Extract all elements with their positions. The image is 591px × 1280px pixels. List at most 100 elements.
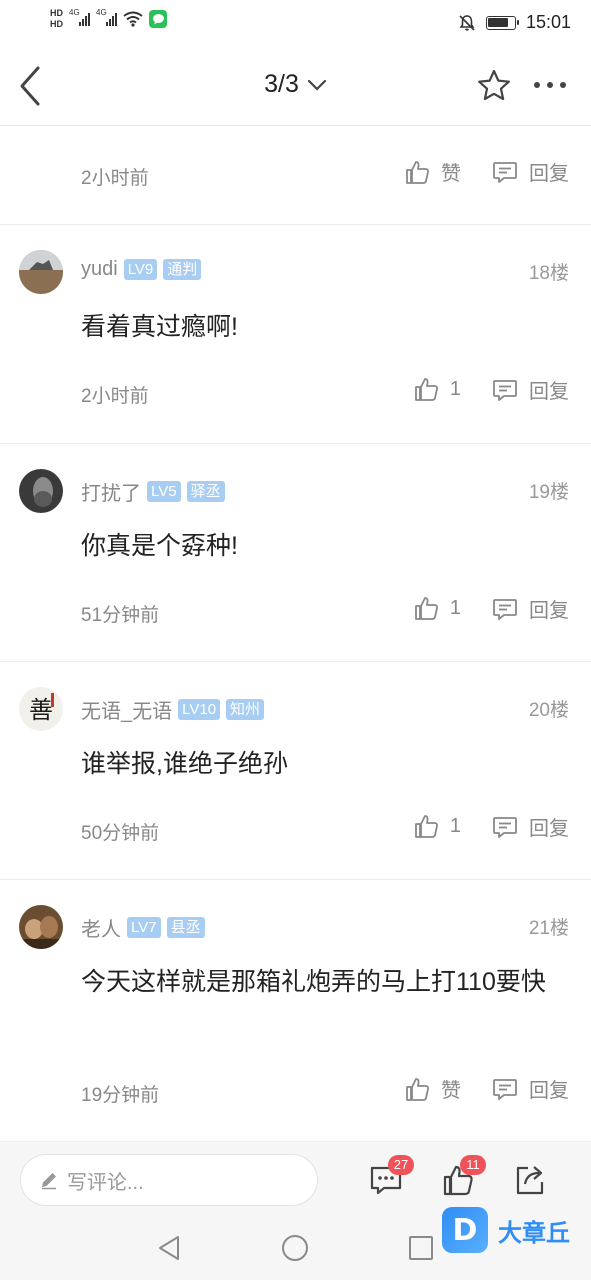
reply-button[interactable]: 回复 xyxy=(491,375,569,404)
username[interactable]: 打扰了 xyxy=(81,477,141,506)
wifi-icon xyxy=(123,11,143,27)
svg-text:善: 善 xyxy=(29,696,53,724)
signal-icon: 4G xyxy=(96,8,117,26)
comment-time: 51分钟前 xyxy=(81,605,160,626)
thumbs-up-icon xyxy=(406,1077,429,1101)
comment-footer: 19分钟前 赞 回复 xyxy=(0,1074,591,1110)
chevron-down-icon xyxy=(307,79,326,91)
reply-button[interactable]: 回复 xyxy=(491,812,569,841)
level-badge: LV9 xyxy=(123,259,158,280)
comment-item: 2小时前 赞 回复 xyxy=(0,127,591,225)
like-button[interactable]: 赞 xyxy=(403,1074,461,1103)
reply-label: 回复 xyxy=(529,600,569,622)
top-nav-bar: 3/3 xyxy=(0,46,591,126)
watermark: D 大章丘 xyxy=(442,1205,582,1255)
reply-button[interactable]: 回复 xyxy=(491,157,569,186)
username[interactable]: 无语_无语 xyxy=(81,695,172,724)
mute-bell-icon xyxy=(459,14,475,31)
reply-icon xyxy=(493,598,517,620)
reply-icon xyxy=(493,1078,517,1100)
avatar[interactable] xyxy=(19,469,63,513)
hd-indicator: HD HD xyxy=(50,8,63,29)
reply-icon xyxy=(493,161,517,183)
status-bar: HD HD 4G 4G 15:01 xyxy=(0,0,591,46)
more-options-icon[interactable] xyxy=(534,82,566,88)
floor-number: 20楼 xyxy=(528,700,569,721)
comment-input[interactable]: 写评论... xyxy=(20,1154,318,1206)
rank-badge: 知州 xyxy=(226,699,265,720)
pencil-icon xyxy=(42,1173,56,1190)
comments-button[interactable]: 27 xyxy=(368,1155,414,1198)
page-indicator: 3/3 xyxy=(264,70,299,98)
like-label: 赞 xyxy=(441,1080,461,1102)
avatar[interactable] xyxy=(19,905,63,949)
comment-item: yudi LV9 通判 18楼 看着真过瘾啊! 2小时前 1 回复 xyxy=(0,225,591,444)
comment-item: 善 无语_无语 LV10 知州 20楼 谁举报,谁绝子绝孙 50分钟前 1 回复 xyxy=(0,662,591,880)
comment-text: 看着真过瘾啊! xyxy=(81,313,238,341)
thumbs-up-icon xyxy=(414,378,438,401)
like-button[interactable]: 1 xyxy=(412,594,461,622)
like-button[interactable]: 赞 xyxy=(403,157,461,186)
system-back-icon[interactable] xyxy=(156,1234,182,1262)
comment-text: 今天这样就是那箱礼炮弄的马上打110要快 xyxy=(81,968,546,996)
comment-placeholder: 写评论... xyxy=(67,1171,144,1194)
like-count-badge: 11 xyxy=(460,1155,486,1175)
username[interactable]: 老人 xyxy=(81,913,121,942)
thumbs-up-icon xyxy=(414,815,438,838)
comment-footer: 51分钟前 1 回复 xyxy=(0,594,591,630)
comment-footer: 2小时前 1 回复 xyxy=(0,375,591,411)
comment-item: 打扰了 LV5 驿丞 19楼 你真是个孬种! 51分钟前 1 回复 xyxy=(0,444,591,662)
share-button[interactable] xyxy=(512,1162,548,1198)
share-icon xyxy=(516,1166,544,1195)
level-badge: LV7 xyxy=(127,917,161,938)
comment-footer: 2小时前 赞 回复 xyxy=(0,157,591,193)
comment-time: 2小时前 xyxy=(81,386,149,407)
signal-icon: 4G xyxy=(69,8,90,26)
rank-badge: 通判 xyxy=(163,259,202,280)
floor-number: 21楼 xyxy=(528,918,569,939)
reply-icon xyxy=(493,816,517,838)
comment-time: 50分钟前 xyxy=(81,823,160,844)
avatar[interactable]: 善 xyxy=(19,687,63,731)
wechat-icon xyxy=(149,10,167,28)
level-badge: LV10 xyxy=(178,699,221,720)
reply-label: 回复 xyxy=(529,1080,569,1102)
comment-list: 2小时前 赞 回复 yudi LV9 通判 18楼 看着真过瘾啊! 2小时前 1… xyxy=(0,127,591,1142)
reply-button[interactable]: 回复 xyxy=(491,1074,569,1103)
reply-label: 回复 xyxy=(529,163,569,185)
rank-badge: 县丞 xyxy=(166,917,205,938)
comment-text: 你真是个孬种! xyxy=(81,532,238,560)
system-home-icon[interactable] xyxy=(282,1235,308,1261)
reply-label: 回复 xyxy=(529,381,569,403)
level-badge: LV5 xyxy=(147,481,181,502)
reply-label: 回复 xyxy=(529,818,569,840)
username[interactable]: yudi xyxy=(81,258,118,281)
clock: 15:01 xyxy=(525,12,571,32)
like-count: 1 xyxy=(449,814,461,837)
like-count: 1 xyxy=(449,596,461,619)
avatar[interactable] xyxy=(19,250,63,294)
floor-number: 19楼 xyxy=(528,482,569,503)
reply-icon xyxy=(493,379,517,401)
like-button[interactable]: 1 xyxy=(412,812,461,840)
comment-text: 谁举报,谁绝子绝孙 xyxy=(81,750,288,778)
like-button[interactable]: 1 xyxy=(412,375,461,403)
comment-footer: 50分钟前 1 回复 xyxy=(0,812,591,848)
rank-badge: 驿丞 xyxy=(186,481,225,502)
comment-item: 老人 LV7 县丞 21楼 今天这样就是那箱礼炮弄的马上打110要快 19分钟前… xyxy=(0,880,591,1142)
reply-button[interactable]: 回复 xyxy=(491,594,569,623)
watermark-logo: D xyxy=(442,1207,488,1253)
like-article-button[interactable]: 11 xyxy=(440,1155,486,1198)
star-icon[interactable] xyxy=(476,68,512,104)
watermark-text: 大章丘 xyxy=(498,1219,570,1247)
comment-time: 2小时前 xyxy=(81,168,149,189)
thumbs-up-icon xyxy=(414,597,438,620)
floor-number: 18楼 xyxy=(528,263,569,284)
like-label: 赞 xyxy=(441,163,461,185)
like-count: 1 xyxy=(449,377,461,400)
battery-icon xyxy=(485,15,519,30)
comment-time: 19分钟前 xyxy=(81,1085,160,1106)
system-recents-icon[interactable] xyxy=(409,1236,433,1260)
comment-count-badge: 27 xyxy=(388,1155,414,1175)
thumbs-up-icon xyxy=(406,160,429,184)
